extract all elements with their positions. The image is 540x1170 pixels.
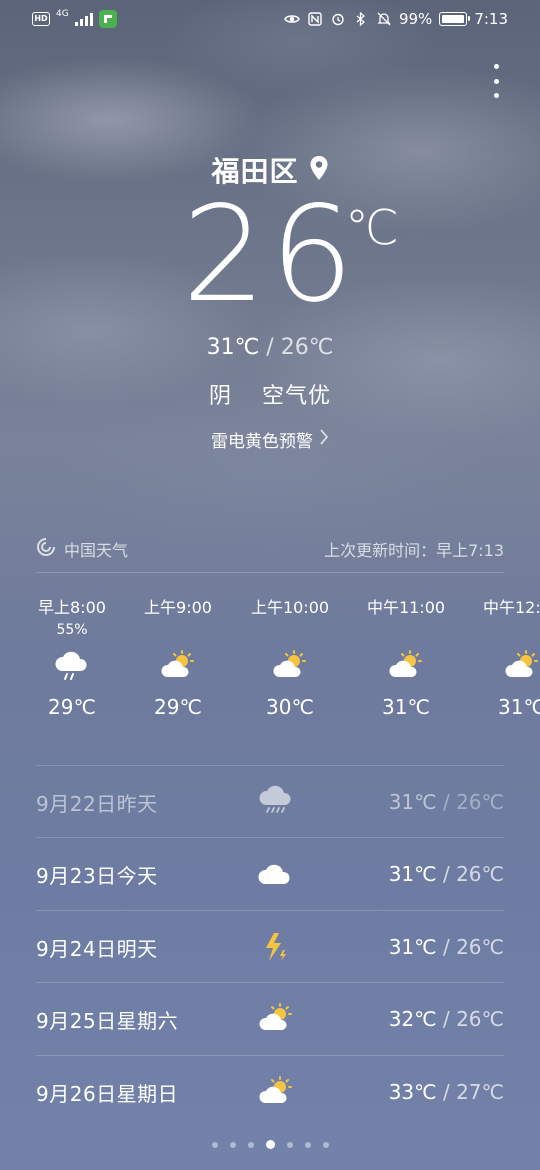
- day-label: 9月26日星期日: [36, 1081, 179, 1106]
- more-options-icon[interactable]: [490, 64, 502, 98]
- precip-chance: [346, 620, 466, 640]
- today-temp-range: 31℃ / 26℃: [0, 335, 540, 360]
- daily-row[interactable]: 9月24日明天 31℃ / 26℃: [36, 911, 504, 983]
- hour-time: 早上8:00: [38, 598, 106, 617]
- partly-cloudy-icon: [246, 1075, 306, 1109]
- day-high: 31℃: [388, 935, 437, 959]
- eye-icon: [284, 11, 300, 27]
- hourly-item: 上午9:00 29℃: [118, 596, 238, 722]
- rain-cloud-icon: [12, 640, 132, 692]
- precip-chance: [230, 620, 350, 640]
- thunder-icon: [246, 930, 306, 964]
- partly-cloudy-icon: [462, 640, 540, 692]
- data-source-row: 中国天气 上次更新时间：早上7:13: [36, 536, 504, 562]
- day-low: 27℃: [456, 1080, 504, 1104]
- range-separator: /: [436, 1007, 457, 1031]
- hour-temp: 31℃: [382, 695, 430, 719]
- range-separator: /: [266, 335, 274, 360]
- daily-row[interactable]: 9月25日星期六 32℃ / 26℃: [36, 983, 504, 1055]
- weather-condition: 阴: [208, 384, 232, 409]
- day-label: 9月23日今天: [36, 863, 158, 888]
- day-high: 31℃: [388, 862, 437, 886]
- precip-chance: [462, 620, 540, 640]
- heavy-rain-icon: [246, 785, 306, 819]
- hour-time: 中午11:00: [366, 598, 446, 617]
- page-dot[interactable]: [229, 1141, 236, 1148]
- partly-cloudy-icon: [346, 640, 466, 692]
- page-dot[interactable]: [247, 1141, 254, 1148]
- day-label: 9月25日星期六: [36, 1008, 179, 1033]
- mute-icon: [376, 11, 392, 27]
- today-low: 26℃: [280, 335, 334, 360]
- divider: [36, 572, 504, 573]
- hour-time: 中午12:00: [482, 598, 540, 617]
- day-label: 9月24日明天: [36, 936, 158, 961]
- china-weather-logo-icon: [36, 537, 56, 561]
- page-dot[interactable]: [211, 1141, 218, 1148]
- partly-cloudy-icon: [118, 640, 238, 692]
- day-label: 9月22日昨天: [36, 791, 158, 816]
- day-low: 26℃: [456, 1007, 504, 1031]
- precip-chance: 55%: [56, 622, 88, 638]
- partly-cloudy-icon: [230, 640, 350, 692]
- page-dot[interactable]: [322, 1141, 329, 1148]
- hour-time: 上午9:00: [144, 598, 212, 617]
- alarm-icon: [330, 11, 346, 27]
- hour-temp: 29℃: [154, 695, 202, 719]
- day-low: 26℃: [456, 790, 504, 814]
- chevron-right-icon: [319, 428, 329, 451]
- hourly-item: 上午10:00 30℃: [230, 596, 350, 722]
- app-notification-icon: [98, 10, 117, 28]
- status-bar-right: 99% 7:13: [284, 8, 508, 30]
- hd-icon: HD: [32, 12, 50, 26]
- day-high: 32℃: [388, 1007, 437, 1031]
- battery-icon: [439, 12, 471, 26]
- range-separator: /: [436, 1080, 457, 1104]
- temperature-unit: ℃: [345, 200, 399, 256]
- clock: 7:13: [474, 10, 508, 28]
- bluetooth-icon: [353, 11, 369, 27]
- hour-temp: 30℃: [266, 695, 314, 719]
- today-high: 31℃: [206, 335, 260, 360]
- range-separator: /: [436, 935, 457, 959]
- range-separator: /: [436, 790, 457, 814]
- hour-temp: 29℃: [48, 695, 96, 719]
- air-quality[interactable]: 空气优: [262, 384, 331, 409]
- hour-temp: 31℃: [498, 695, 540, 719]
- battery-percent: 99%: [398, 10, 433, 28]
- day-low: 26℃: [456, 935, 504, 959]
- network-type: 4G: [56, 9, 69, 19]
- partly-cloudy-icon: [246, 1002, 306, 1036]
- weather-warning-link[interactable]: 雷电黄色预警: [0, 427, 540, 452]
- precip-chance: [118, 620, 238, 640]
- page-dot-active[interactable]: [265, 1140, 275, 1149]
- warning-text: 雷电黄色预警: [211, 432, 313, 452]
- page-dot[interactable]: [286, 1141, 293, 1148]
- daily-row[interactable]: 9月26日星期日 33℃ / 27℃: [36, 1056, 504, 1128]
- cloudy-icon: [246, 859, 306, 889]
- condition-line: 阴 空气优: [0, 378, 540, 410]
- current-temperature: 26: [182, 178, 358, 332]
- last-update-time: 上次更新时间：早上7:13: [324, 541, 504, 560]
- status-bar-left: HD 4G: [32, 10, 117, 28]
- signal-icon: [74, 12, 93, 26]
- hourly-item: 早上8:00 55% 29℃: [12, 596, 132, 722]
- hourly-item: 中午11:00 31℃: [346, 596, 466, 722]
- hourly-item: 中午12:00 31℃: [462, 596, 540, 722]
- daily-row[interactable]: 9月23日今天 31℃ / 26℃: [36, 838, 504, 910]
- hour-time: 上午10:00: [250, 598, 330, 617]
- daily-row[interactable]: 9月22日昨天 31℃ / 26℃: [36, 766, 504, 838]
- day-high: 31℃: [388, 790, 437, 814]
- page-dot[interactable]: [304, 1141, 311, 1148]
- page-indicator[interactable]: [0, 1140, 540, 1149]
- day-low: 26℃: [456, 862, 504, 886]
- range-separator: /: [436, 862, 457, 886]
- day-high: 33℃: [388, 1080, 437, 1104]
- data-source-name: 中国天气: [64, 541, 129, 560]
- hourly-forecast[interactable]: 早上8:00 55% 29℃ 上午9:00 29℃ 上午10:00 30℃ 中午…: [0, 596, 540, 746]
- nfc-icon: [307, 11, 323, 27]
